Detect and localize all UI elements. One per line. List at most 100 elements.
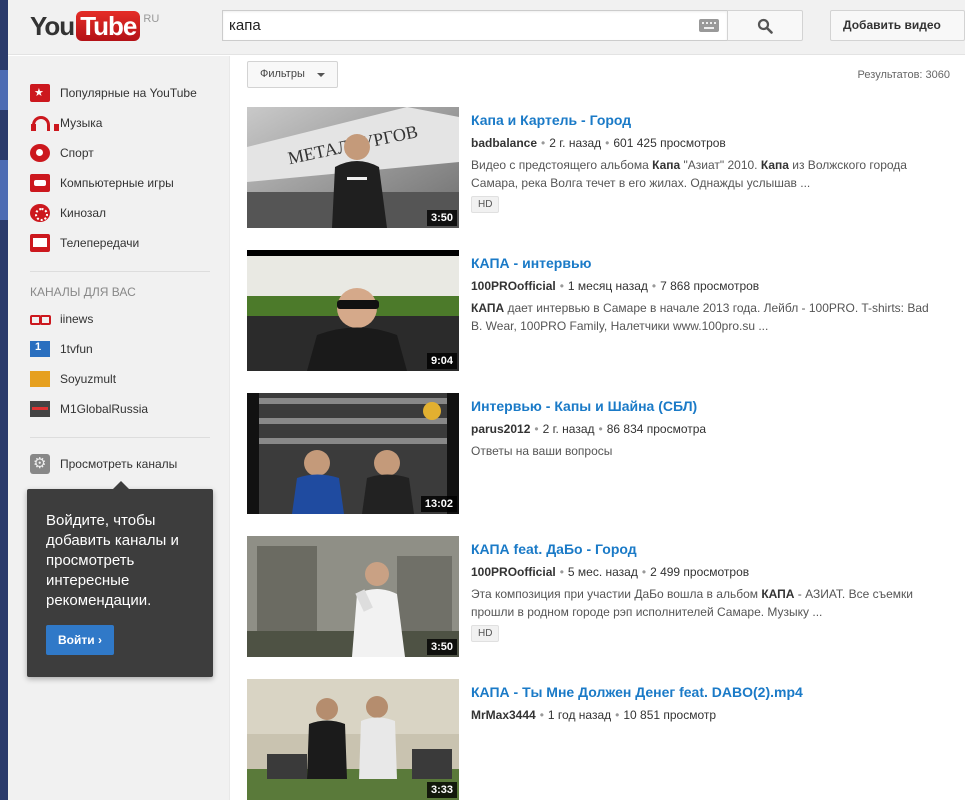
- meta-separator: •: [539, 708, 544, 722]
- meta-separator: •: [559, 279, 564, 293]
- upload-age: 2 г. назад: [549, 136, 602, 150]
- video-description: Эта композиция при участии ДаБо вошла в …: [471, 585, 931, 621]
- desc-highlight: Капа: [652, 158, 681, 172]
- video-thumbnail[interactable]: 3:33: [247, 679, 459, 800]
- guide-item-tv[interactable]: Телепередачи: [30, 232, 139, 254]
- upload-age: 1 месяц назад: [567, 279, 648, 293]
- video-thumbnail[interactable]: 13:02: [247, 393, 459, 514]
- channel-link[interactable]: parus2012: [471, 422, 530, 436]
- guide-sidebar: Популярные на YouTube Музыка Спорт Компь…: [8, 56, 230, 800]
- youtube-logo[interactable]: You Tube RU: [30, 11, 159, 41]
- channel-label: Soyuzmult: [60, 372, 117, 386]
- video-description: КАПА дает интервью в Самаре в начале 201…: [471, 299, 931, 335]
- filters-label: Фильтры: [260, 68, 305, 80]
- desc-text: Ответы на ваши вопросы: [471, 444, 613, 458]
- video-title-link[interactable]: КАПА - интервью: [471, 255, 592, 271]
- channel-item-iinews[interactable]: iinews: [30, 308, 93, 330]
- channels-section-title: КАНАЛЫ ДЛЯ ВАС: [30, 285, 136, 299]
- guide-item-label: Кинозал: [60, 206, 107, 220]
- video-title-link[interactable]: Капа и Картель - Город: [471, 112, 631, 128]
- desc-text: "Азиат" 2010.: [680, 158, 761, 172]
- channel-avatar: [30, 371, 50, 387]
- keyboard-icon[interactable]: [699, 19, 719, 32]
- headphones-icon: [30, 114, 59, 132]
- search-result: 13:02 Интервью - Капы и Шайна (СБЛ) paru…: [247, 393, 957, 515]
- sidebar-divider: [30, 437, 210, 438]
- signin-promo-text: Войдите, чтобы добавить каналы и просмот…: [46, 512, 179, 609]
- desc-text: Видео с предстоящего альбома: [471, 158, 653, 172]
- desc-highlight: КАПА: [761, 587, 795, 601]
- meta-separator: •: [559, 565, 564, 579]
- channel-link[interactable]: MrMax3444: [471, 708, 536, 722]
- browse-channels-link[interactable]: Просмотреть каналы: [30, 453, 177, 475]
- video-title-link[interactable]: Интервью - Капы и Шайна (СБЛ): [471, 398, 697, 414]
- meta-separator: •: [605, 136, 610, 150]
- chevron-down-icon: [317, 73, 325, 77]
- view-count: 10 851 просмотр: [623, 708, 717, 722]
- channel-avatar: [30, 311, 51, 327]
- meta-separator: •: [534, 422, 539, 436]
- video-meta: 100PROofficial • 5 мес. назад • 2 499 просмо…: [471, 565, 749, 579]
- guide-item-label: Компьютерные игры: [60, 176, 174, 190]
- video-thumbnail[interactable]: 3:50: [247, 536, 459, 657]
- logo-region: RU: [143, 13, 160, 25]
- upload-age: 1 год назад: [547, 708, 612, 722]
- video-description: Видео с предстоящего альбома Капа "Азиат…: [471, 156, 931, 192]
- video-meta: parus2012 • 2 г. назад • 86 834 просмотра: [471, 422, 706, 436]
- video-thumbnail[interactable]: 9:04: [247, 250, 459, 371]
- search-result: МЕТАЛЛУРГОВ 3:50 Капа и Картель - Город …: [247, 107, 957, 229]
- video-meta: MrMax3444 • 1 год назад • 10 851 просмотр: [471, 708, 716, 722]
- desc-highlight: КАПА: [471, 301, 505, 315]
- meta-separator: •: [615, 708, 620, 722]
- upload-age: 2 г. назад: [542, 422, 595, 436]
- search-box: [222, 10, 727, 41]
- guide-item-sport[interactable]: Спорт: [30, 142, 94, 164]
- guide-item-music[interactable]: Музыка: [30, 112, 102, 134]
- video-title-link[interactable]: КАПА feat. ДаБо - Город: [471, 541, 637, 557]
- video-thumbnail[interactable]: МЕТАЛЛУРГОВ 3:50: [247, 107, 459, 228]
- guide-item-popular[interactable]: Популярные на YouTube: [30, 82, 197, 104]
- channel-avatar: [30, 341, 50, 357]
- search-button[interactable]: [727, 10, 803, 41]
- channel-label: M1GlobalRussia: [60, 402, 149, 416]
- video-description: Ответы на ваши вопросы: [471, 442, 931, 460]
- upload-video-button[interactable]: Добавить видео: [830, 10, 965, 41]
- upload-age: 5 мес. назад: [567, 565, 638, 579]
- channel-link[interactable]: 100PROofficial: [471, 565, 556, 579]
- guide-item-games[interactable]: Компьютерные игры: [30, 172, 174, 194]
- channel-label: 1tvfun: [60, 342, 93, 356]
- view-count: 601 425 просмотров: [613, 136, 726, 150]
- video-title-link[interactable]: КАПА - Ты Мне Должен Денег feat. DABO(2)…: [471, 684, 803, 700]
- desc-text: дает интервью в Самаре в начале 2013 год…: [471, 301, 929, 333]
- video-meta: 100PROofficial • 1 месяц назад • 7 868 просм…: [471, 279, 759, 293]
- window-left-edge: [0, 0, 8, 800]
- filters-button[interactable]: Фильтры: [247, 61, 338, 88]
- video-duration: 13:02: [420, 496, 457, 512]
- video-duration: 3:50: [426, 639, 457, 655]
- sidebar-divider: [30, 271, 210, 272]
- view-count: 86 834 просмотра: [606, 422, 707, 436]
- channel-link[interactable]: badbalance: [471, 136, 537, 150]
- guide-item-movies[interactable]: Кинозал: [30, 202, 106, 224]
- channel-link[interactable]: 100PROofficial: [471, 279, 556, 293]
- hd-badge: HD: [471, 196, 500, 213]
- desc-text: Эта композиция при участии ДаБо вошла в …: [471, 587, 762, 601]
- edge-stripe: [0, 70, 8, 110]
- gear-icon: [30, 454, 50, 474]
- meta-separator: •: [541, 136, 546, 150]
- signin-button[interactable]: Войти ›: [46, 625, 114, 655]
- guide-item-label: Музыка: [60, 116, 103, 130]
- channel-label: iinews: [60, 312, 94, 326]
- logo-you: You: [30, 11, 75, 41]
- video-duration: 3:33: [426, 782, 457, 798]
- film-reel-icon: [30, 204, 50, 222]
- sport-ball-icon: [30, 144, 50, 162]
- channel-item-1tvfun[interactable]: 1tvfun: [30, 338, 93, 360]
- video-meta: badbalance • 2 г. назад • 601 425 просмотров: [471, 136, 726, 150]
- guide-item-label: Спорт: [60, 146, 94, 160]
- channel-item-m1globalrussia[interactable]: M1GlobalRussia: [30, 398, 148, 420]
- channel-item-soyuzmult[interactable]: Soyuzmult: [30, 368, 116, 390]
- search-input[interactable]: [223, 11, 683, 40]
- guide-item-label: Телепередачи: [60, 236, 140, 250]
- meta-separator: •: [641, 565, 647, 579]
